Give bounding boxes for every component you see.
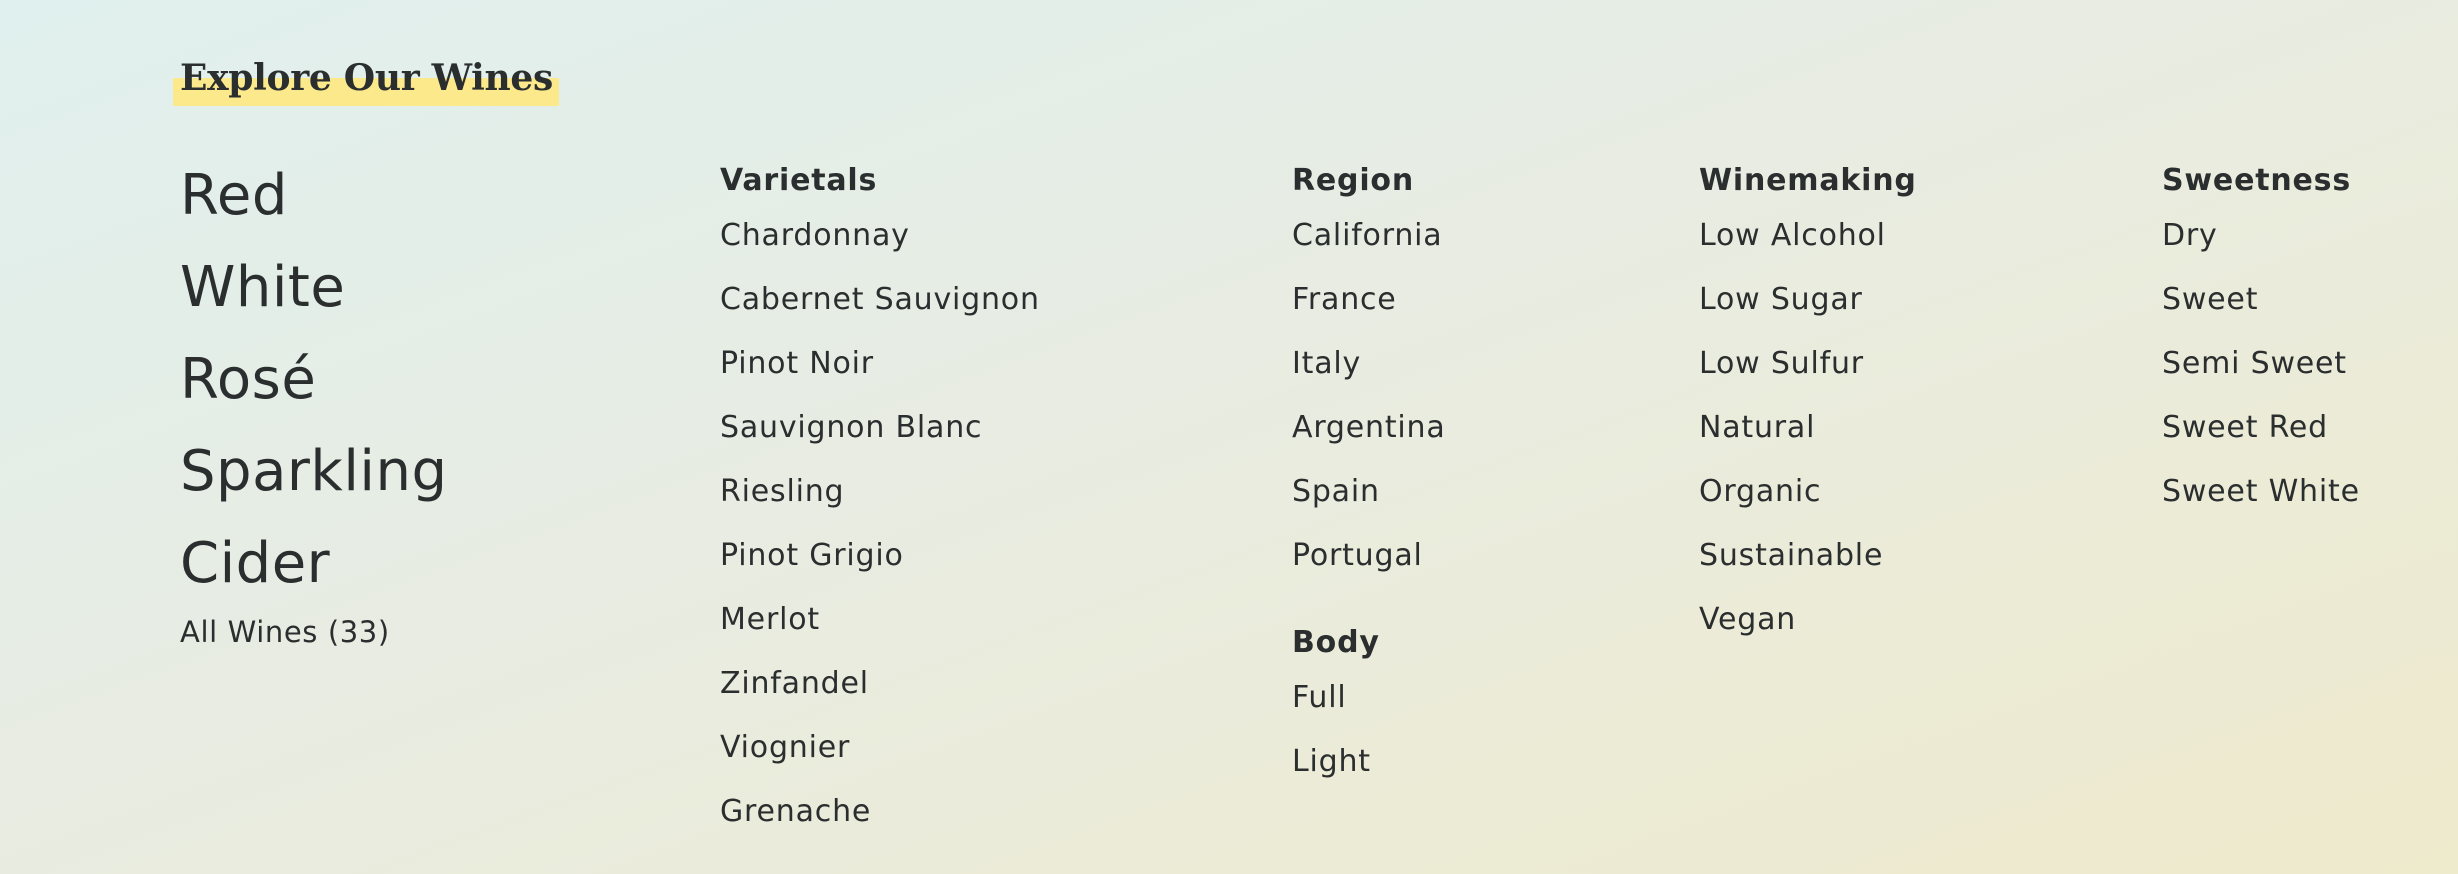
all-wines-link[interactable]: All Wines (33): [180, 612, 448, 652]
varietal-link[interactable]: Zinfandel: [720, 652, 1040, 716]
region-heading: Region: [1292, 163, 1414, 198]
region-list: California France Italy Argentina Spain …: [1292, 204, 1446, 588]
sweetness-link[interactable]: Sweet Red: [2162, 396, 2360, 460]
sweetness-link[interactable]: Sweet: [2162, 268, 2360, 332]
sweetness-link[interactable]: Sweet White: [2162, 460, 2360, 524]
varietal-link[interactable]: Pinot Noir: [720, 332, 1040, 396]
wine-type-link-rose[interactable]: Rosé: [180, 334, 448, 426]
region-link[interactable]: California: [1292, 204, 1446, 268]
region-column: Region California France Italy Argentina…: [1292, 158, 1446, 794]
varietal-link[interactable]: Merlot: [720, 588, 1040, 652]
varietals-list: Chardonnay Cabernet Sauvignon Pinot Noir…: [720, 204, 1040, 844]
sweetness-list: Dry Sweet Semi Sweet Sweet Red Sweet Whi…: [2162, 204, 2360, 524]
body-heading: Body: [1292, 625, 1380, 660]
sweetness-column: Sweetness Dry Sweet Semi Sweet Sweet Red…: [2162, 158, 2360, 524]
wine-type-link-cider[interactable]: Cider: [180, 518, 448, 610]
sweetness-heading: Sweetness: [2162, 163, 2351, 198]
winemaking-list: Low Alcohol Low Sugar Low Sulfur Natural…: [1699, 204, 1917, 652]
winemaking-link[interactable]: Low Alcohol: [1699, 204, 1917, 268]
wine-type-link-white[interactable]: White: [180, 242, 448, 334]
region-link[interactable]: Portugal: [1292, 524, 1446, 588]
sweetness-link[interactable]: Semi Sweet: [2162, 332, 2360, 396]
winemaking-link[interactable]: Organic: [1699, 460, 1917, 524]
page-title: Explore Our Wines: [173, 50, 559, 106]
winemaking-link[interactable]: Low Sulfur: [1699, 332, 1917, 396]
wine-type-link-sparkling[interactable]: Sparkling: [180, 426, 448, 518]
winemaking-link[interactable]: Low Sugar: [1699, 268, 1917, 332]
winemaking-column: Winemaking Low Alcohol Low Sugar Low Sul…: [1699, 158, 1917, 652]
body-list: Full Light: [1292, 666, 1446, 794]
varietal-link[interactable]: Grenache: [720, 780, 1040, 844]
varietal-link[interactable]: Sauvignon Blanc: [720, 396, 1040, 460]
region-link[interactable]: Argentina: [1292, 396, 1446, 460]
menu-header: Explore Our Wines: [173, 50, 559, 106]
wine-type-link-red[interactable]: Red: [180, 150, 448, 242]
varietals-heading: Varietals: [720, 163, 878, 198]
varietal-link[interactable]: Pinot Grigio: [720, 524, 1040, 588]
varietal-link[interactable]: Viognier: [720, 716, 1040, 780]
winemaking-link[interactable]: Natural: [1699, 396, 1917, 460]
sweetness-link[interactable]: Dry: [2162, 204, 2360, 268]
varietals-column: Varietals Chardonnay Cabernet Sauvignon …: [720, 158, 1040, 844]
region-link[interactable]: Spain: [1292, 460, 1446, 524]
winemaking-link[interactable]: Vegan: [1699, 588, 1917, 652]
varietal-link[interactable]: Riesling: [720, 460, 1040, 524]
region-link[interactable]: France: [1292, 268, 1446, 332]
varietal-link[interactable]: Cabernet Sauvignon: [720, 268, 1040, 332]
winemaking-heading: Winemaking: [1699, 163, 1917, 198]
winemaking-link[interactable]: Sustainable: [1699, 524, 1917, 588]
region-link[interactable]: Italy: [1292, 332, 1446, 396]
body-link[interactable]: Light: [1292, 730, 1446, 794]
varietal-link[interactable]: Chardonnay: [720, 204, 1040, 268]
wine-type-list: Red White Rosé Sparkling Cider All Wines…: [180, 150, 448, 652]
body-link[interactable]: Full: [1292, 666, 1446, 730]
